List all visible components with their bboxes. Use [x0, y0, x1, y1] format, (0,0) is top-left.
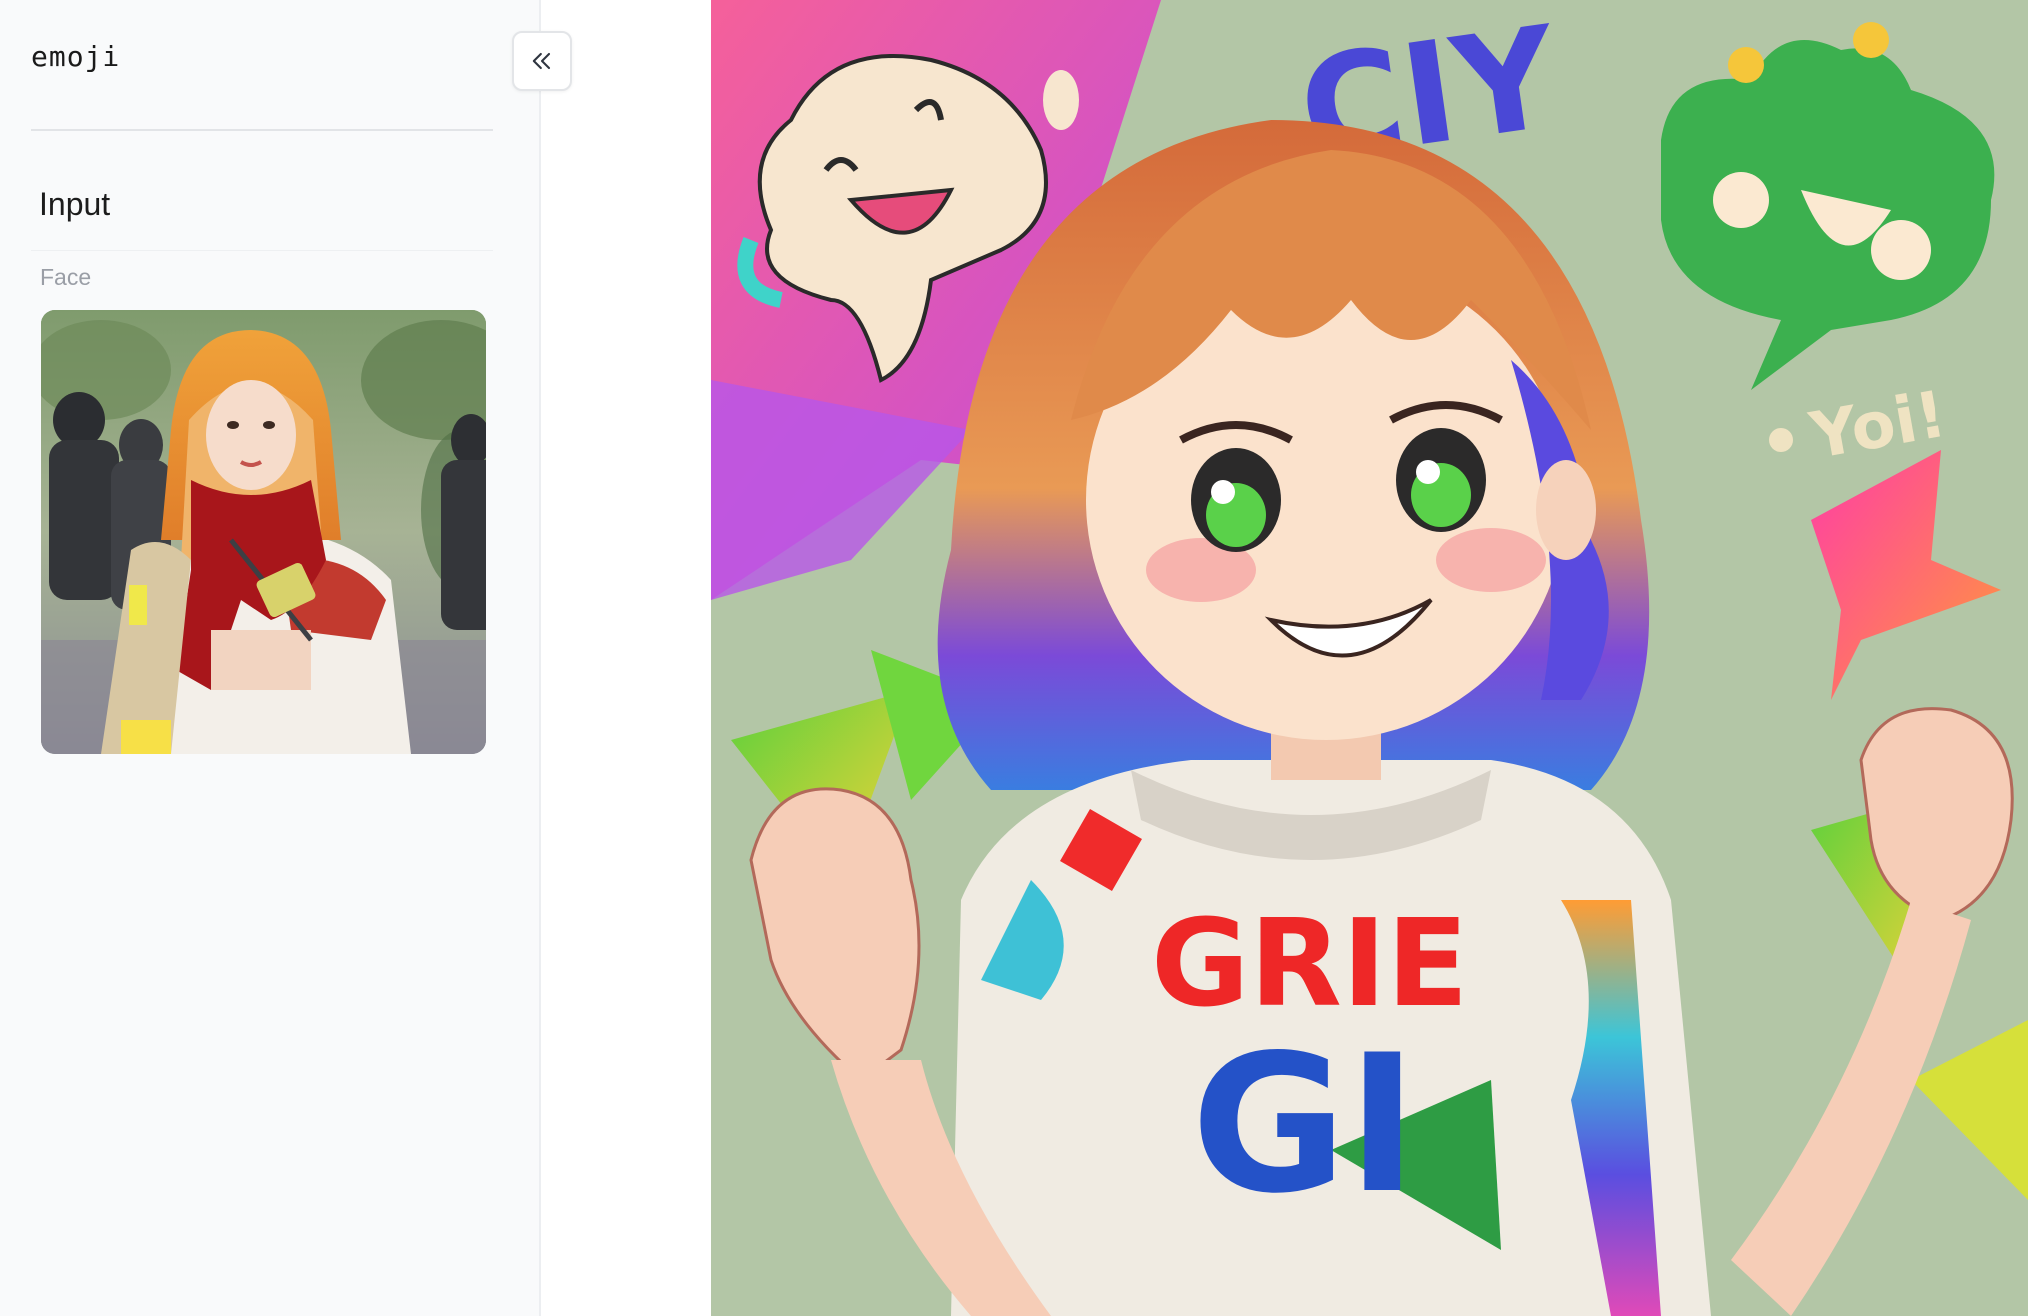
header-divider	[31, 129, 493, 131]
collapse-sidebar-button[interactable]	[512, 31, 572, 91]
app-root: emoji Input Face CIY Yoi! GRIE GI	[0, 0, 2028, 1316]
output-image[interactable]: CIY Yoi! GRIE GI	[711, 0, 2028, 1316]
section-divider	[31, 250, 493, 251]
generated-emoji-illustration: CIY Yoi! GRIE GI	[711, 0, 2028, 1316]
shirt-text-line2: GI	[1191, 1014, 1418, 1235]
face-input-image[interactable]	[41, 310, 486, 754]
model-name: emoji	[31, 40, 121, 73]
sidebar: emoji Input Face	[0, 0, 541, 1316]
face-photo	[41, 310, 486, 754]
chevrons-left-icon	[532, 52, 551, 70]
section-title: Input	[39, 186, 111, 222]
face-field-label: Face	[40, 264, 92, 290]
